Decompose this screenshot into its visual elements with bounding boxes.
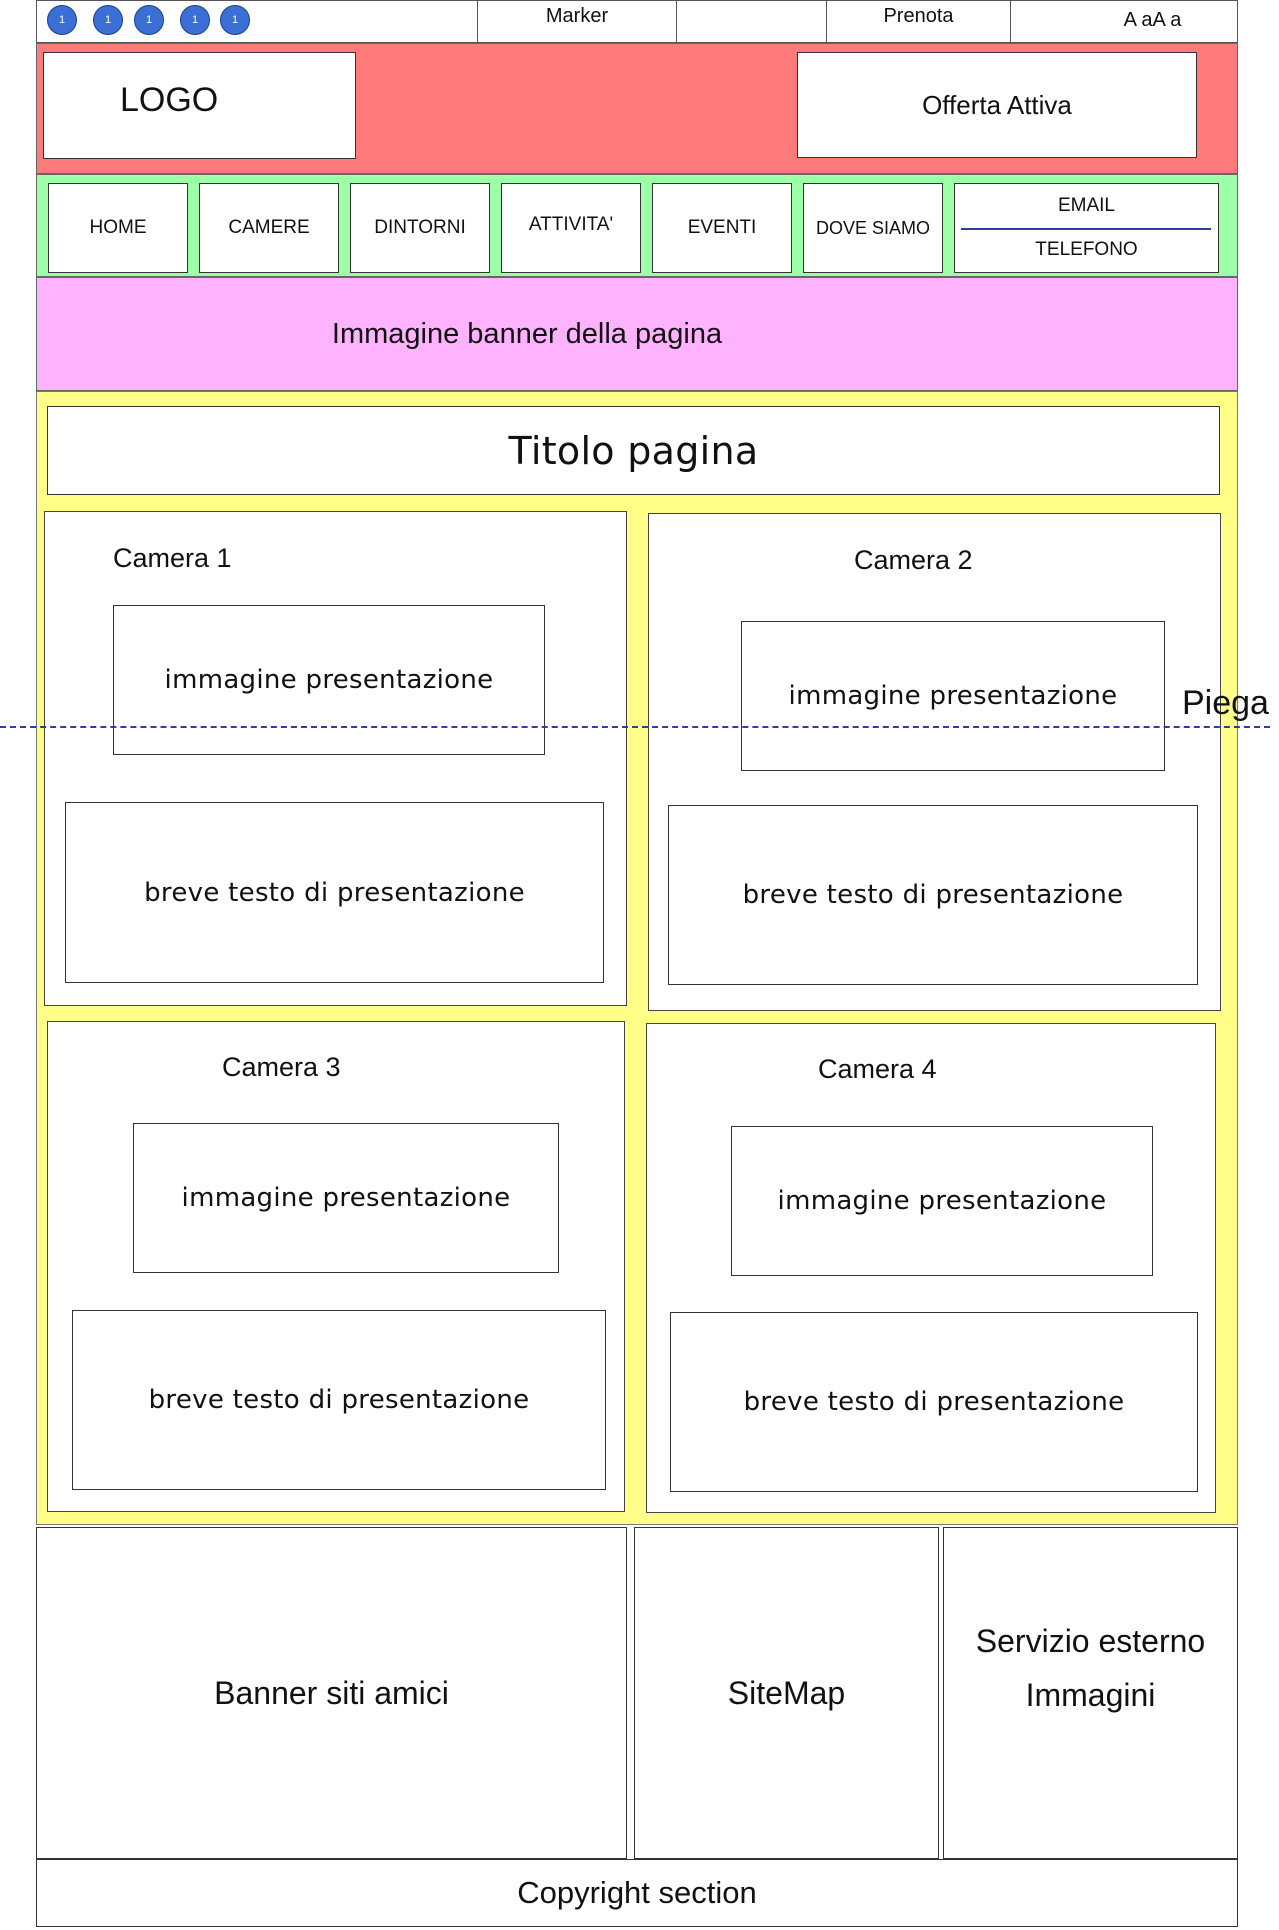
sitemap-box[interactable]: SiteMap [634,1527,939,1859]
room-card-2-text: breve testo di presentazione [668,805,1198,985]
friend-sites-label: Banner siti amici [214,1674,449,1711]
room-card-1-text-label: breve testo di presentazione [144,877,525,908]
nav-item-home[interactable]: HOME [48,183,188,273]
social-icon-5[interactable]: 1 [220,5,250,35]
room-card-3-title: Camera 3 [222,1052,341,1082]
fold-label: Piega [1182,684,1269,722]
room-card-1[interactable]: Camera 1 immagine presentazione breve te… [44,511,627,1006]
room-card-1-image-label: immagine presentazione [164,665,494,695]
font-size-label: A aA a [1123,8,1182,31]
nav-item-eventi[interactable]: EVENTI [652,183,792,273]
room-card-2-title: Camera 2 [854,545,973,575]
email-link[interactable]: EMAIL [955,184,1218,228]
social-icon-4-label: 1 [191,14,199,26]
page-title-label: Titolo pagina [508,428,759,473]
room-card-2[interactable]: Camera 2 immagine presentazione breve te… [648,513,1221,1011]
social-icon-1[interactable]: 1 [47,5,77,35]
page-banner-label: Immagine banner della pagina [331,317,723,350]
email-label: EMAIL [1057,195,1116,216]
logo-label: LOGO [120,81,219,119]
nav-item-attivita-label: ATTIVITA' [528,214,614,235]
social-icon-3[interactable]: 1 [134,5,164,35]
friend-sites-banner[interactable]: Banner siti amici [36,1527,627,1859]
room-card-3-text-label: breve testo di presentazione [148,1385,530,1415]
nav-item-camere[interactable]: CAMERE [199,183,339,273]
social-icon-2-label: 1 [104,14,112,26]
logo[interactable]: LOGO [43,52,356,159]
font-size-switcher[interactable]: A aA a [1100,4,1205,36]
fold-line [0,726,1270,728]
nav-item-home-label: HOME [89,217,147,238]
copyright-label: Copyright section [517,1875,757,1910]
social-icon-4[interactable]: 1 [180,5,210,35]
external-service-line1: Servizio esterno [975,1623,1206,1659]
external-service-line2: Immagini [1025,1677,1156,1713]
room-card-4[interactable]: Camera 4 immagine presentazione breve te… [646,1023,1216,1513]
marker-button[interactable]: Marker [477,0,677,43]
prenota-label: Prenota [883,5,954,27]
social-icon-3-label: 1 [145,14,153,26]
room-card-4-text-label: breve testo di presentazione [743,1387,1125,1417]
room-card-3[interactable]: Camera 3 immagine presentazione breve te… [47,1021,625,1512]
nav-item-dove-siamo[interactable]: DOVE SIAMO [803,183,943,273]
nav-item-dove-siamo-label: DOVE SIAMO [815,217,931,238]
room-card-1-text: breve testo di presentazione [65,802,604,983]
nav-item-dintorni[interactable]: DINTORNI [350,183,490,273]
room-card-3-image-label: immagine presentazione [181,1183,511,1213]
page-title: Titolo pagina [47,406,1220,495]
nav-item-eventi-label: EVENTI [687,217,757,238]
nav-item-camere-label: CAMERE [228,217,310,238]
marker-label: Marker [545,5,609,27]
room-card-4-title: Camera 4 [818,1054,937,1084]
external-images-service[interactable]: Servizio esterno Immagini [943,1527,1238,1859]
prenota-button[interactable]: Prenota [826,0,1011,43]
room-card-3-text: breve testo di presentazione [72,1310,606,1490]
room-card-1-image[interactable]: immagine presentazione [113,605,545,755]
page-banner: Immagine banner della pagina [36,277,1238,391]
room-card-4-image-label: immagine presentazione [777,1186,1107,1216]
room-card-4-text: breve testo di presentazione [670,1312,1198,1492]
room-card-4-image[interactable]: immagine presentazione [731,1126,1153,1276]
offer-label: Offerta Attiva [922,89,1072,120]
nav-item-attivita[interactable]: ATTIVITA' [501,183,641,273]
contact-box: EMAIL TELEFONO [954,183,1219,273]
social-icon-5-label: 1 [231,14,239,26]
phone-label: TELEFONO [1035,239,1138,260]
phone-link[interactable]: TELEFONO [955,230,1218,270]
social-icon-1-label: 1 [58,14,66,26]
offer-box[interactable]: Offerta Attiva [797,52,1197,158]
nav-item-dintorni-label: DINTORNI [374,217,466,238]
copyright-section: Copyright section [36,1859,1238,1927]
room-card-2-image[interactable]: immagine presentazione [741,621,1165,771]
room-card-3-image[interactable]: immagine presentazione [133,1123,559,1273]
social-icon-2[interactable]: 1 [93,5,123,35]
room-card-2-text-label: breve testo di presentazione [742,880,1124,910]
sitemap-label: SiteMap [727,1674,846,1711]
room-card-2-image-label: immagine presentazione [788,681,1118,711]
room-card-1-title: Camera 1 [113,543,232,573]
